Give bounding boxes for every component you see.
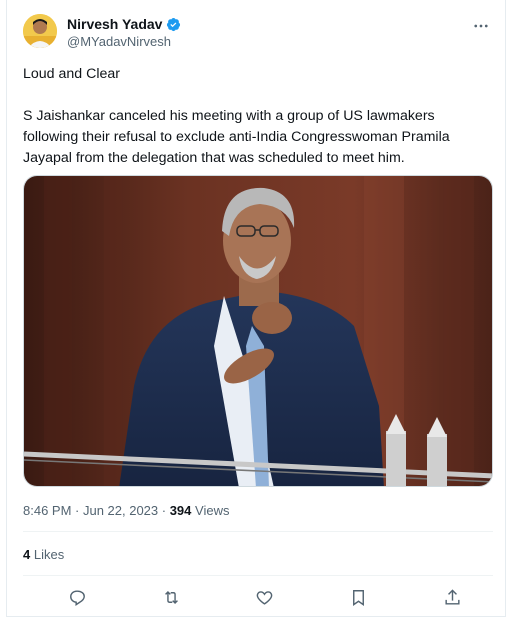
divider — [23, 575, 493, 576]
tweet-timestamp-views: 8:46 PM · Jun 22, 2023 · 394 Views — [23, 503, 229, 518]
heart-icon[interactable] — [251, 584, 277, 610]
tweet-photo[interactable] — [23, 175, 493, 487]
author-handle[interactable]: @MYadavNirvesh — [67, 34, 181, 49]
likes-stat[interactable]: 4 Likes — [23, 547, 64, 562]
more-icon[interactable] — [469, 16, 493, 36]
reply-icon[interactable] — [64, 584, 90, 610]
tweet-line-2: S Jaishankar canceled his meeting with a… — [23, 108, 450, 166]
author-names: Nirvesh Yadav @MYadavNirvesh — [67, 16, 181, 49]
tweet-text: Loud and Clear S Jaishankar canceled his… — [23, 64, 493, 169]
verified-badge-icon — [166, 17, 181, 32]
views-count: 394 — [169, 503, 192, 518]
name-row: Nirvesh Yadav — [67, 16, 181, 32]
tweet-timestamp[interactable]: 8:46 PM · Jun 22, 2023 · — [23, 503, 170, 518]
bookmark-icon[interactable] — [345, 584, 371, 610]
likes-label: Likes — [30, 547, 65, 562]
author-display-name[interactable]: Nirvesh Yadav — [67, 16, 162, 32]
tweet-header: Nirvesh Yadav @MYadavNirvesh — [23, 14, 493, 54]
divider — [23, 531, 493, 532]
action-bar — [23, 584, 493, 610]
views-label: Views — [191, 503, 230, 518]
retweet-icon[interactable] — [158, 584, 184, 610]
tweet-card: Nirvesh Yadav @MYadavNirvesh Loud and Cl… — [6, 0, 506, 617]
tweet-line-1: Loud and Clear — [23, 66, 121, 82]
share-icon[interactable] — [439, 584, 465, 610]
avatar[interactable] — [23, 14, 57, 48]
